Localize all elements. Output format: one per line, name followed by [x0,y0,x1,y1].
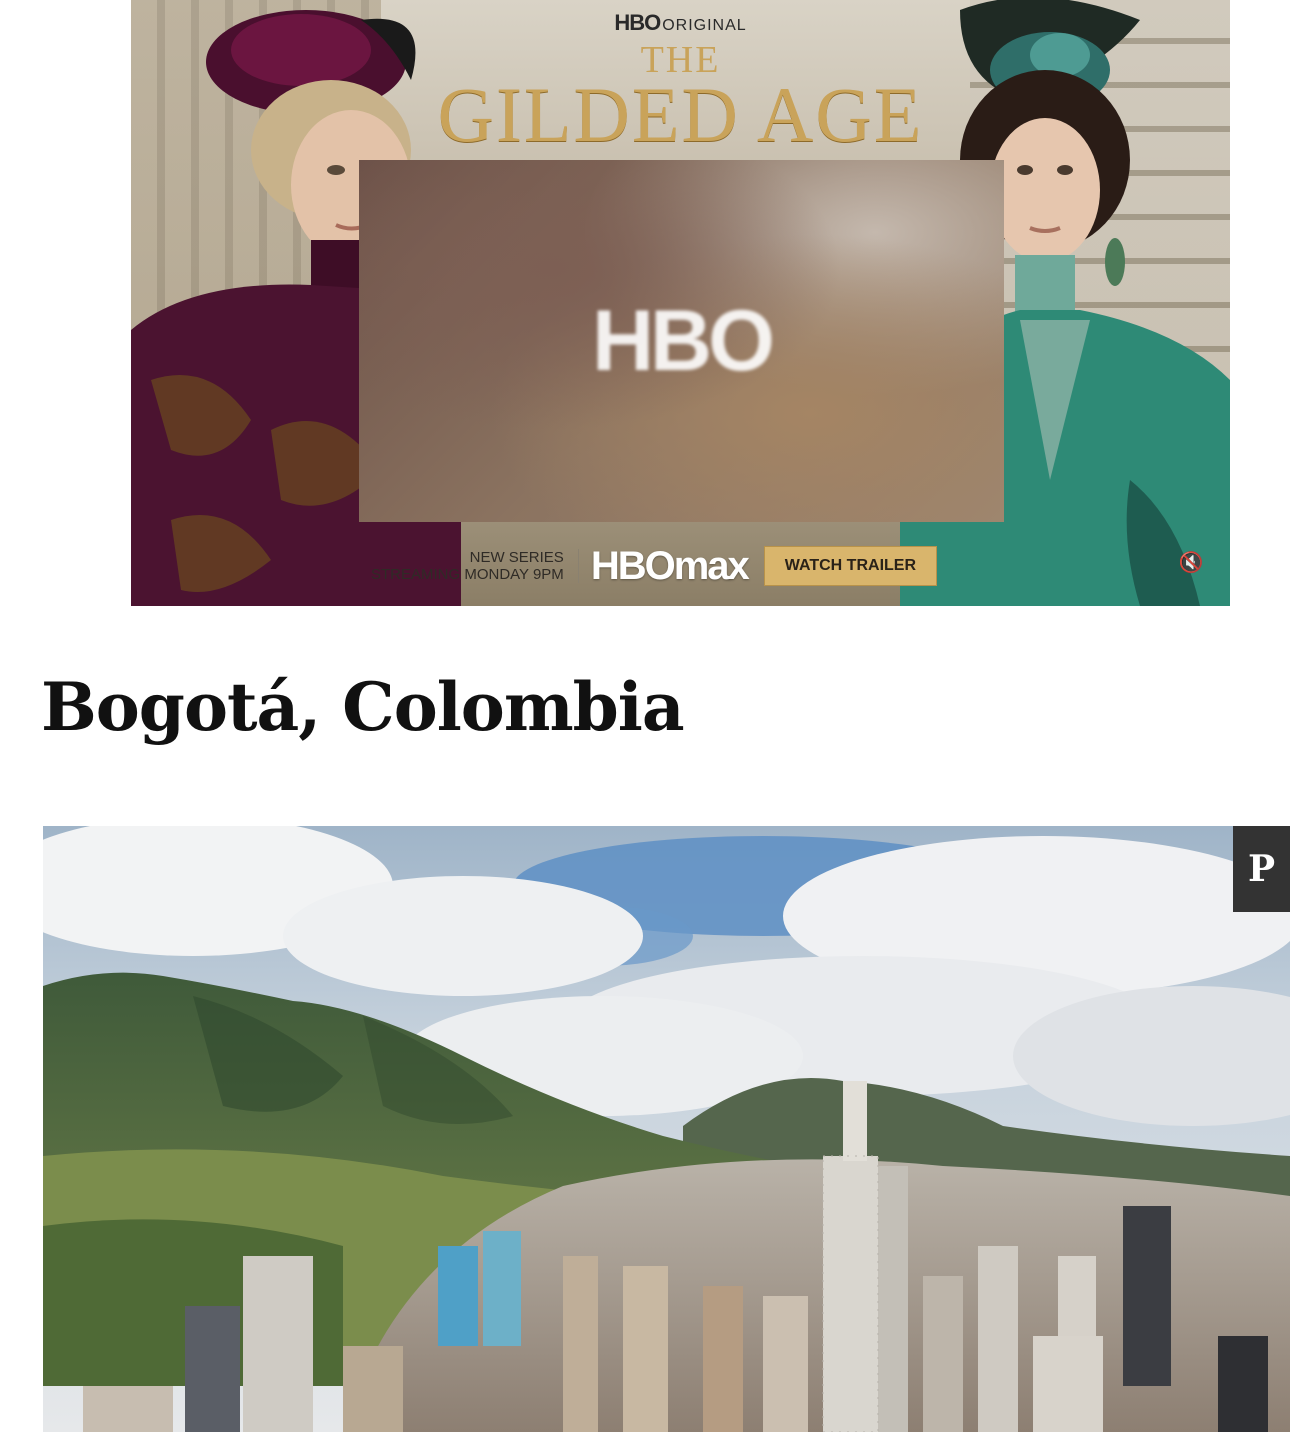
streaming-info-line1: NEW SERIES [469,549,564,566]
hbo-video-logo: HBO [591,292,775,389]
streaming-info-line2: STREAMING MONDAY 9PM [371,566,564,583]
watch-trailer-button[interactable]: WATCH TRAILER [763,546,938,586]
pinterest-glyph: P [1247,848,1276,890]
streaming-info: NEW SERIES STREAMING MONDAY 9PM [371,549,579,583]
show-title: GILDED AGE [437,71,924,158]
section-heading: Bogotá, Colombia [41,668,685,746]
hbo-wordmark: HBO [614,10,661,35]
hbo-ad-banner[interactable]: HBO ORIGINAL THE GILDED AGE HBO NEW SERIE… [131,0,1230,606]
original-label: ORIGINAL [662,17,747,34]
hbomax-logo: HBOmax [590,543,750,588]
ad-footer: NEW SERIES STREAMING MONDAY 9PM HBOmax W… [371,540,991,592]
pinterest-icon[interactable]: P [1233,826,1290,912]
ad-video-player[interactable]: HBO [359,160,1004,522]
bogota-city-photo [43,826,1290,1432]
speaker-muted-icon[interactable]: 🔇 [1174,548,1208,576]
hbo-original-label: HBO ORIGINAL [131,10,1230,36]
